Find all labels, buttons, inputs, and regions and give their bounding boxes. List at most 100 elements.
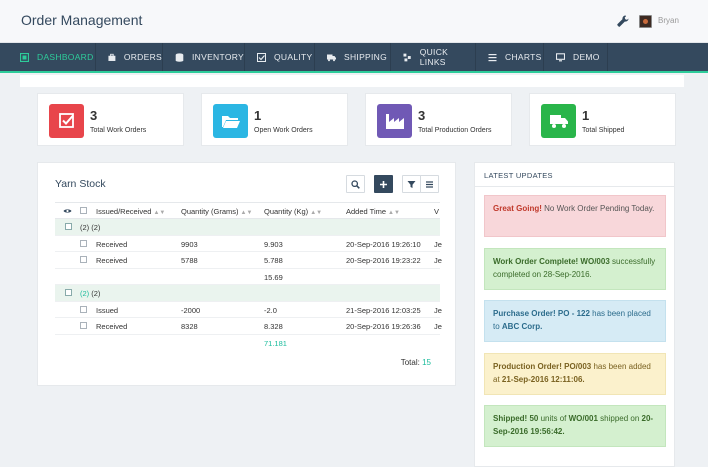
table-total: Total: 15 xyxy=(400,358,431,367)
update-alert: Great Going! No Work Order Pending Today… xyxy=(484,195,666,237)
table-row[interactable]: Received 9903 9.903 20-Sep-2016 19:26:10… xyxy=(55,236,442,252)
factory-icon xyxy=(377,104,412,138)
briefcase-icon xyxy=(108,53,116,61)
cell-kg: 9.903 xyxy=(264,239,283,249)
cell-grams: -2000 xyxy=(181,305,201,315)
group-checkbox[interactable] xyxy=(65,223,72,230)
nav-orders[interactable]: ORDERS xyxy=(96,43,163,71)
cell-v: Je xyxy=(434,256,442,265)
nav-label: INVENTORY xyxy=(192,52,244,62)
stat-value: 3 xyxy=(418,108,426,123)
column-header[interactable]: V xyxy=(434,207,439,216)
row-checkbox[interactable] xyxy=(80,322,87,329)
nav-label: ORDERS xyxy=(123,52,162,62)
truck-icon xyxy=(327,54,336,61)
stat-card-total-shipped[interactable]: 1 Total Shipped xyxy=(529,93,676,146)
stat-value: 1 xyxy=(582,108,590,123)
checkbox-icon xyxy=(257,52,266,62)
cell-type: Received xyxy=(96,256,128,265)
cell-kg: 5.788 xyxy=(264,256,283,265)
monitor-icon xyxy=(556,52,565,61)
stat-label: Open Work Orders xyxy=(254,127,313,134)
stat-value: 3 xyxy=(90,108,98,123)
add-button[interactable] xyxy=(374,175,393,193)
nav-inventory[interactable]: INVENTORY xyxy=(163,43,245,71)
database-icon xyxy=(175,52,184,62)
checklist-icon xyxy=(49,104,84,138)
nav-dashboard[interactable]: DASHBOARD xyxy=(8,43,96,71)
nav-shipping[interactable]: SHIPPING xyxy=(315,43,391,71)
column-header[interactable]: Quantity (Grams) ▲▼ xyxy=(181,207,252,216)
table-row[interactable]: Received 8328 8.328 20-Sep-2016 19:26:36… xyxy=(55,318,442,335)
update-alert: Purchase Order! PO - 122 has been placed… xyxy=(484,300,666,342)
cell-time: 20-Sep-2016 19:26:10 xyxy=(346,239,421,249)
table-header: Issued/Received ▲▼ Quantity (Grams) ▲▼ Qua… xyxy=(55,202,440,219)
nav-quick-links[interactable]: QUICK LINKS xyxy=(391,43,476,71)
cell-v: Je xyxy=(434,239,442,249)
stat-value: 1 xyxy=(254,108,262,123)
wrench-icon[interactable] xyxy=(616,14,630,28)
nav-label: QUICK LINKS xyxy=(419,47,449,67)
group-sum: 15.69 xyxy=(264,272,283,282)
cell-v: Je xyxy=(434,322,442,331)
table-row[interactable]: Issued -2000 -2.0 21-Sep-2016 12:03:25 J… xyxy=(55,302,442,318)
nav-label: SHIPPING xyxy=(344,52,388,62)
column-header[interactable]: Quantity (Kg) ▲▼ xyxy=(264,207,322,216)
row-checkbox[interactable] xyxy=(80,305,87,313)
cubes-icon xyxy=(403,53,411,61)
group-sum-row: 15.69 xyxy=(55,269,440,285)
group-row[interactable]: (2) (2) xyxy=(55,285,440,302)
cell-grams: 8328 xyxy=(181,322,198,331)
cell-time: 20-Sep-2016 19:23:22 xyxy=(346,256,421,265)
select-all-checkbox[interactable] xyxy=(80,207,87,214)
group-checkbox[interactable] xyxy=(65,289,72,296)
cell-v: Je xyxy=(434,305,442,315)
update-alert: Work Order Complete! WO/003 successfully… xyxy=(484,248,666,290)
group-label: (2) (2) xyxy=(80,289,101,298)
group-sum: 71.181 xyxy=(264,338,287,348)
group-row[interactable]: (2) (2) xyxy=(55,219,440,236)
yarn-stock-table: Issued/Received ▲▼ Quantity (Grams) ▲▼ Qua… xyxy=(55,202,442,351)
update-alert: Production Order! PO/003 has been added … xyxy=(484,353,666,395)
nav-charts[interactable]: CHARTS xyxy=(476,43,544,71)
nav-quality[interactable]: QUALITY xyxy=(245,43,315,71)
column-header[interactable]: Issued/Received ▲▼ xyxy=(96,207,165,216)
search-button[interactable] xyxy=(346,175,365,193)
cell-type: Received xyxy=(96,322,128,331)
column-header[interactable]: Added Time ▲▼ xyxy=(346,207,400,216)
cell-time: 21-Sep-2016 12:03:25 xyxy=(346,305,421,315)
nav-label: DASHBOARD xyxy=(37,52,94,62)
cell-grams: 9903 xyxy=(181,239,198,249)
table-row[interactable]: Received 5788 5.788 20-Sep-2016 19:23:22… xyxy=(55,252,442,269)
eye-icon[interactable] xyxy=(63,208,72,214)
main-nav: DASHBOARD ORDERS INVENTORY QUALITY SHIPP… xyxy=(0,43,708,73)
stat-card-open-work-orders[interactable]: 1 Open Work Orders xyxy=(201,93,348,146)
app-title: Order Management xyxy=(21,12,143,28)
row-checkbox[interactable] xyxy=(80,256,87,263)
stat-label: Total Work Orders xyxy=(90,127,147,134)
cell-kg: 8.328 xyxy=(264,322,283,331)
truck-icon xyxy=(541,104,576,138)
cell-kg: -2.0 xyxy=(264,305,277,315)
nav-label: DEMO xyxy=(573,52,600,62)
cell-type: Received xyxy=(96,239,128,249)
stat-label: Total Production Orders xyxy=(418,127,492,134)
cell-type: Issued xyxy=(96,305,119,315)
menu-button[interactable] xyxy=(420,175,439,193)
row-checkbox[interactable] xyxy=(80,239,87,247)
user-name[interactable]: Bryan xyxy=(658,16,679,25)
stat-label: Total Shipped xyxy=(582,127,625,134)
folder-open-icon xyxy=(213,104,248,138)
update-alert: Shipped! 50 units of WO/001 shipped on 2… xyxy=(484,405,666,447)
stat-card-total-work-orders[interactable]: 3 Total Work Orders xyxy=(37,93,184,146)
nav-demo[interactable]: DEMO xyxy=(544,43,608,71)
cell-grams: 5788 xyxy=(181,256,198,265)
dashboard-icon xyxy=(20,52,29,62)
avatar[interactable] xyxy=(639,15,652,28)
bars-icon xyxy=(488,53,497,61)
filter-button[interactable] xyxy=(402,175,421,193)
panel-title: Yarn Stock xyxy=(55,178,106,190)
divider xyxy=(475,186,674,187)
stat-card-total-production-orders[interactable]: 3 Total Production Orders xyxy=(365,93,512,146)
latest-updates-panel: LATEST UPDATES Great Going! No Work Orde… xyxy=(474,162,675,467)
